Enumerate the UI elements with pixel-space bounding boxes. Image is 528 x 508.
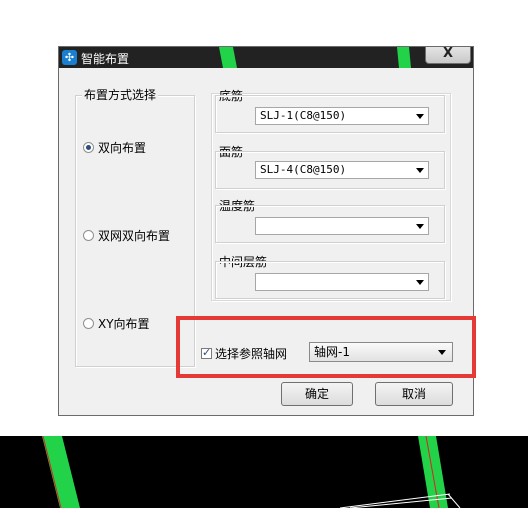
top-rebar-select[interactable]: SLJ-4(C8@150) (255, 161, 429, 179)
title-bar[interactable]: ✣ 智能布置 X (59, 47, 473, 68)
top-rebar-value: SLJ-4(C8@150) (260, 163, 347, 176)
chevron-down-icon[interactable] (416, 168, 424, 173)
radio-label: XY向布置 (98, 317, 150, 331)
chevron-down-icon[interactable] (416, 280, 424, 285)
cancel-button[interactable]: 取消 (375, 382, 453, 406)
middle-rebar-select[interactable] (255, 273, 429, 291)
dialog-title: 智能布置 (81, 52, 130, 66)
radio-double-mesh[interactable]: 双网双向布置 (83, 227, 170, 244)
cad-canvas[interactable] (0, 436, 528, 508)
chevron-down-icon[interactable] (416, 114, 424, 119)
temperature-rebar-select[interactable] (255, 217, 429, 235)
radio-xy[interactable]: XY向布置 (83, 315, 150, 332)
radio-unchecked-icon[interactable] (83, 318, 94, 329)
close-button[interactable]: X (425, 47, 471, 64)
radio-bidirectional[interactable]: 双向布置 (83, 139, 146, 156)
bottom-rebar-value: SLJ-1(C8@150) (260, 109, 347, 122)
radio-label: 双网双向布置 (98, 229, 171, 243)
app-logo-icon: ✣ (62, 50, 77, 65)
radio-unchecked-icon[interactable] (83, 230, 94, 241)
highlight-annotation (176, 316, 476, 378)
layout-mode-legend: 布置方式选择 (82, 88, 159, 102)
chevron-down-icon[interactable] (416, 224, 424, 229)
radio-checked-icon[interactable] (83, 142, 94, 153)
ok-button[interactable]: 确定 (281, 382, 353, 406)
bottom-rebar-select[interactable]: SLJ-1(C8@150) (255, 107, 429, 125)
radio-label: 双向布置 (98, 141, 147, 155)
